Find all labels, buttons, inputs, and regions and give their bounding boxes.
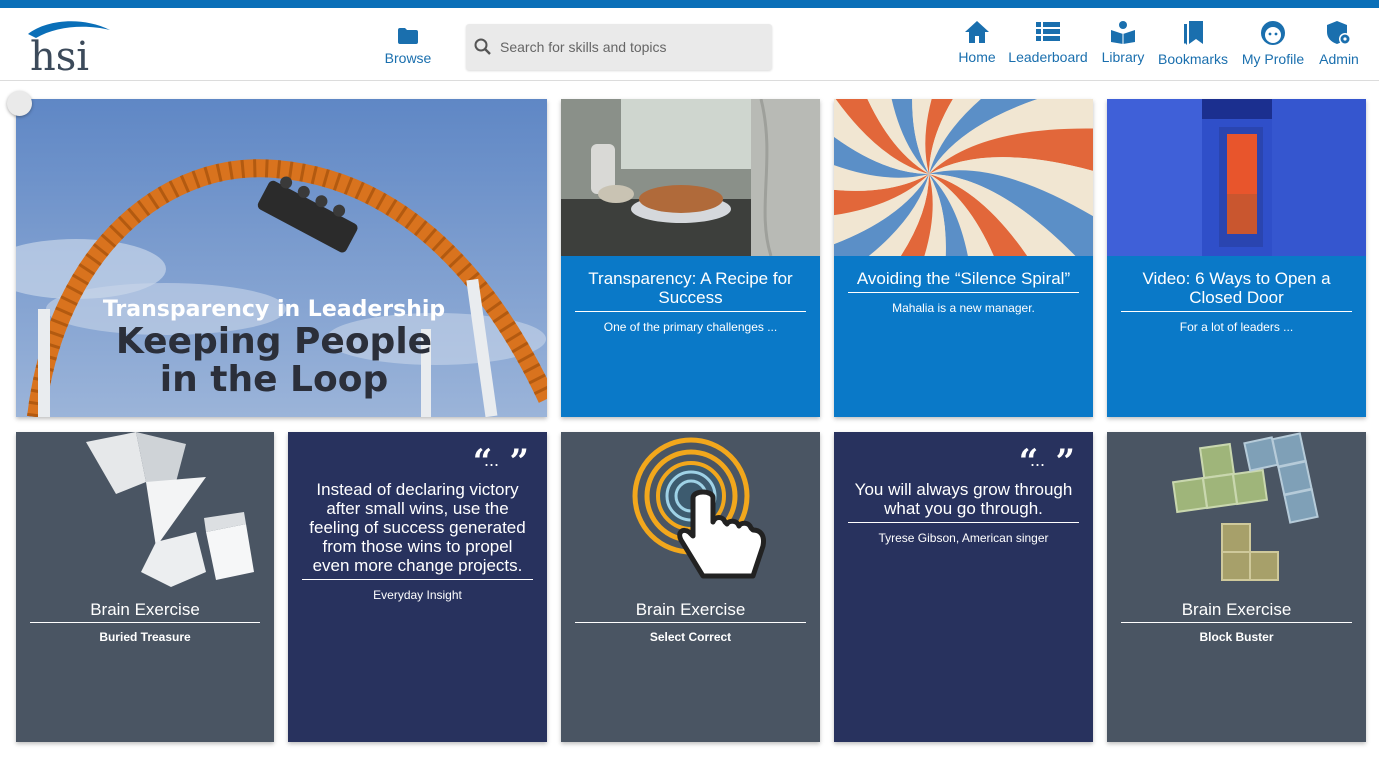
card-text-block: Video: 6 Ways to Open a Closed Door For … [1121,269,1352,334]
nav-bookmarks-label: Bookmarks [1157,51,1229,67]
touch-target-image [632,437,766,579]
admin-icon [1327,21,1351,45]
quote-icon: “ ” [472,442,529,482]
carousel-handle[interactable] [7,91,32,116]
card-subtitle: For a lot of leaders ... [1179,320,1294,334]
origami-shapes-image [86,432,254,587]
card-title: Brain Exercise [30,600,260,623]
card-text-block: Avoiding the “Silence Spiral” Mahalia is… [848,269,1079,315]
card-subtitle: Block Buster [1199,630,1274,644]
bookmarks-icon [1184,21,1203,45]
featured-card-transparency-leadership[interactable]: Transparency in Leadership Keeping Peopl… [16,99,547,417]
nav-bookmarks[interactable]: Bookmarks [1156,20,1230,76]
hero-subtitle: Keeping People in the Loop [115,321,433,400]
nav-leaderboard[interactable]: Leaderboard [1008,20,1088,76]
hsi-logo[interactable]: hsi [26,18,116,80]
nav-library[interactable]: Library [1100,20,1146,76]
folder-icon [398,28,418,44]
quote-icon: “ ” [1018,442,1075,482]
card-brain-buried-treasure[interactable]: Brain Exercise Buried Treasure [16,432,274,742]
card-title: Brain Exercise [575,600,806,623]
nav-admin[interactable]: Admin [1316,20,1362,76]
profile-icon [1261,21,1285,45]
nav-library-label: Library [1101,49,1145,65]
card-text-block: Transparency: A Recipe for Success One o… [575,269,806,334]
card-silence-spiral[interactable]: Avoiding the “Silence Spiral” Mahalia is… [834,99,1093,417]
quote-text-block: Instead of declaring victory after small… [302,480,533,602]
home-icon [965,21,989,43]
quote-body: You will always grow through what you go… [848,480,1079,523]
svg-text:hsi: hsi [30,34,89,74]
search-box[interactable] [466,24,772,70]
nav-home[interactable]: Home [956,20,998,76]
hero-title: Transparency in Leadership [102,297,446,322]
library-icon [1111,21,1135,44]
card-quote-everyday-insight[interactable]: ... “ ” Instead of declaring victory aft… [288,432,547,742]
spiral-image [834,99,1093,256]
quote-source: Tyrese Gibson, American singer [878,531,1049,545]
nav-home-label: Home [958,49,996,65]
card-subtitle: One of the primary challenges ... [603,320,778,334]
card-title: Transparency: A Recipe for Success [575,269,806,312]
leaderboard-icon [1036,22,1060,41]
nav-admin-label: Admin [1319,51,1359,67]
browse-button[interactable]: Browse [378,28,438,66]
nav-my-profile-label: My Profile [1241,51,1305,67]
card-subtitle: Buried Treasure [99,630,191,644]
quote-body: Instead of declaring victory after small… [302,480,533,580]
card-open-closed-door[interactable]: Video: 6 Ways to Open a Closed Door For … [1107,99,1366,417]
blue-doorway-image [1107,99,1366,256]
browse-label: Browse [384,50,432,66]
search-icon [474,38,491,55]
search-input[interactable] [500,24,760,70]
tetris-blocks-image [1171,432,1319,581]
quote-source: Everyday Insight [373,588,462,602]
card-quote-tyrese-gibson[interactable]: ... “ ” You will always grow through wha… [834,432,1093,742]
card-subtitle: Select Correct [649,630,732,644]
card-title: Brain Exercise [1121,600,1352,623]
nav-leaderboard-label: Leaderboard [1008,49,1088,65]
card-subtitle: Mahalia is a new manager. [892,301,1035,315]
quote-text-block: You will always grow through what you go… [848,480,1079,545]
card-brain-select-correct[interactable]: Brain Exercise Select Correct [561,432,820,742]
top-accent-bar [0,0,1379,8]
card-title: Video: 6 Ways to Open a Closed Door [1121,269,1352,312]
card-title: Avoiding the “Silence Spiral” [848,269,1079,293]
header: hsi Browse Home Leaderboard [0,8,1379,81]
nav-my-profile[interactable]: My Profile [1240,20,1306,76]
card-brain-block-buster[interactable]: Brain Exercise Block Buster [1107,432,1366,742]
pie-table-image [561,99,820,256]
card-transparency-recipe[interactable]: Transparency: A Recipe for Success One o… [561,99,820,417]
